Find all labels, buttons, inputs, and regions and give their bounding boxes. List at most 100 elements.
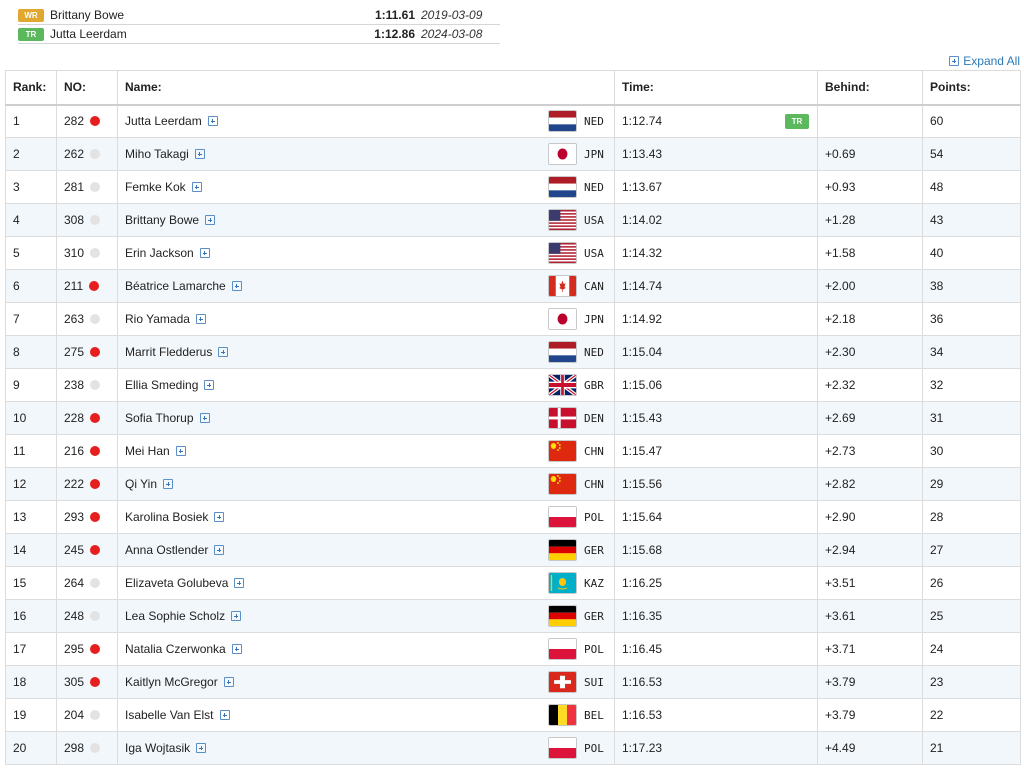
grey-lane-dot-icon xyxy=(90,314,101,324)
expand-all-label: Expand All xyxy=(963,54,1020,68)
athlete-name[interactable]: Sofia Thorup xyxy=(125,411,194,425)
time-cell: 1:15.06 xyxy=(614,368,818,402)
name-cell: Miho Takagi JPN xyxy=(117,137,615,171)
country-code: CAN xyxy=(584,279,604,293)
rank-cell: 13 xyxy=(5,500,57,534)
time-cell: 1:16.45 xyxy=(614,632,818,666)
athlete-name[interactable]: Qi Yin xyxy=(125,477,157,491)
athlete-name[interactable]: Marrit Fledderus xyxy=(125,345,212,359)
expand-plus-icon[interactable] xyxy=(205,215,216,225)
athlete-name[interactable]: Isabelle Van Elst xyxy=(125,708,214,722)
athlete-name[interactable]: Erin Jackson xyxy=(125,246,194,260)
athlete-name[interactable]: Rio Yamada xyxy=(125,312,190,326)
race-time: 1:14.32 xyxy=(622,246,663,260)
expand-all-link[interactable]: Expand All xyxy=(949,54,1020,68)
athlete-name[interactable]: Ellia Smeding xyxy=(125,378,198,392)
time-cell: 1:16.53 xyxy=(614,665,818,699)
country-code: POL xyxy=(584,741,604,755)
results-table: Rank: NO: Name: Time: Behind: Points: 12… xyxy=(5,70,1021,765)
athlete-name[interactable]: Jutta Leerdam xyxy=(125,114,202,128)
points-cell: 31 xyxy=(922,401,1021,435)
rank-cell: 5 xyxy=(5,236,57,270)
flag-sui-icon xyxy=(548,671,577,693)
expand-plus-icon[interactable] xyxy=(195,314,206,324)
start-number-cell: 238 xyxy=(56,368,118,402)
expand-plus-icon[interactable] xyxy=(231,644,242,654)
start-number-cell: 262 xyxy=(56,137,118,171)
flag-chn-icon xyxy=(548,440,577,462)
rank-cell: 8 xyxy=(5,335,57,369)
race-time: 1:13.43 xyxy=(622,147,663,161)
athlete-name[interactable]: Karolina Bosiek xyxy=(125,510,208,524)
flag-ned-icon xyxy=(548,341,577,363)
expand-plus-icon[interactable] xyxy=(194,149,205,159)
start-number: 281 xyxy=(64,180,85,194)
athlete-name[interactable]: Mei Han xyxy=(125,444,170,458)
table-row: 8 275 Marrit Fledderus NED 1:15.04 +2.30 34 xyxy=(5,335,1021,369)
athlete-name[interactable]: Natalia Czerwonka xyxy=(125,642,226,656)
points-cell: 40 xyxy=(922,236,1021,270)
athlete-name[interactable]: Brittany Bowe xyxy=(125,213,199,227)
start-number: 310 xyxy=(64,246,85,260)
start-number: 305 xyxy=(64,675,85,689)
expand-plus-icon[interactable] xyxy=(207,116,218,127)
grey-lane-dot-icon xyxy=(90,248,101,258)
time-cell: 1:15.64 xyxy=(614,500,818,534)
athlete-name[interactable]: Anna Ostlender xyxy=(125,543,208,557)
grey-lane-dot-icon xyxy=(90,578,101,588)
expand-plus-icon[interactable] xyxy=(199,413,210,423)
table-row: 2 262 Miho Takagi JPN 1:13.43 +0.69 54 xyxy=(5,137,1021,171)
time-cell: 1:14.92 xyxy=(614,302,818,336)
points-cell: 23 xyxy=(922,665,1021,699)
expand-plus-icon[interactable] xyxy=(175,446,186,456)
name-cell: Brittany Bowe USA xyxy=(117,203,615,237)
expand-plus-icon[interactable] xyxy=(231,281,242,291)
table-row: 11 216 Mei Han CHN 1:15.47 +2.73 30 xyxy=(5,434,1021,468)
behind-cell: +3.79 xyxy=(817,698,923,732)
header-name: Name: xyxy=(117,70,615,106)
athlete-name[interactable]: Iga Wojtasik xyxy=(125,741,190,755)
athlete-name[interactable]: Femke Kok xyxy=(125,180,186,194)
rank-cell: 14 xyxy=(5,533,57,567)
start-number: 204 xyxy=(64,708,85,722)
expand-plus-icon[interactable] xyxy=(219,710,230,720)
grey-lane-dot-icon xyxy=(90,380,101,390)
time-cell: 1:15.43 xyxy=(614,401,818,435)
athlete-name[interactable]: Lea Sophie Scholz xyxy=(125,609,225,623)
race-time: 1:17.23 xyxy=(622,741,663,755)
expand-plus-icon[interactable] xyxy=(204,380,215,390)
track-record-badge: TR xyxy=(785,113,809,129)
expand-plus-icon[interactable] xyxy=(196,743,207,753)
plus-square-icon xyxy=(949,56,960,66)
behind-cell: +0.93 xyxy=(817,170,923,204)
grey-lane-dot-icon xyxy=(90,215,101,225)
athlete-name[interactable]: Béatrice Lamarche xyxy=(125,279,226,293)
rank-cell: 10 xyxy=(5,401,57,435)
expand-plus-icon[interactable] xyxy=(214,512,225,522)
athlete-name[interactable]: Miho Takagi xyxy=(125,147,189,161)
athlete-name[interactable]: Kaitlyn McGregor xyxy=(125,675,218,689)
points-cell: 60 xyxy=(922,104,1021,138)
expand-plus-icon[interactable] xyxy=(234,578,245,588)
athlete-name[interactable]: Elizaveta Golubeva xyxy=(125,576,228,590)
expand-plus-icon[interactable] xyxy=(231,611,242,621)
expand-plus-icon[interactable] xyxy=(218,347,229,357)
header-points: Points: xyxy=(922,70,1021,106)
expand-plus-icon[interactable] xyxy=(214,545,225,555)
expand-plus-icon[interactable] xyxy=(191,182,202,192)
start-number-cell: 263 xyxy=(56,302,118,336)
record-time: 1:11.61 xyxy=(374,8,415,22)
expand-plus-icon[interactable] xyxy=(199,248,210,258)
flag-usa-icon xyxy=(548,209,577,231)
expand-plus-icon[interactable] xyxy=(223,677,234,687)
expand-plus-icon[interactable] xyxy=(163,479,174,489)
time-cell: 1:16.53 xyxy=(614,698,818,732)
country-code: KAZ xyxy=(584,576,604,590)
red-lane-dot-icon xyxy=(90,446,101,456)
table-row: 6 211 Béatrice Lamarche CAN 1:14.74 +2.00 38 xyxy=(5,269,1021,303)
header-rank: Rank: xyxy=(5,70,57,106)
rank-cell: 20 xyxy=(5,731,57,765)
name-cell: Erin Jackson USA xyxy=(117,236,615,270)
record-row: WR Brittany Bowe 1:11.61 2019-03-09 xyxy=(18,6,500,25)
country-code: NED xyxy=(584,114,604,128)
